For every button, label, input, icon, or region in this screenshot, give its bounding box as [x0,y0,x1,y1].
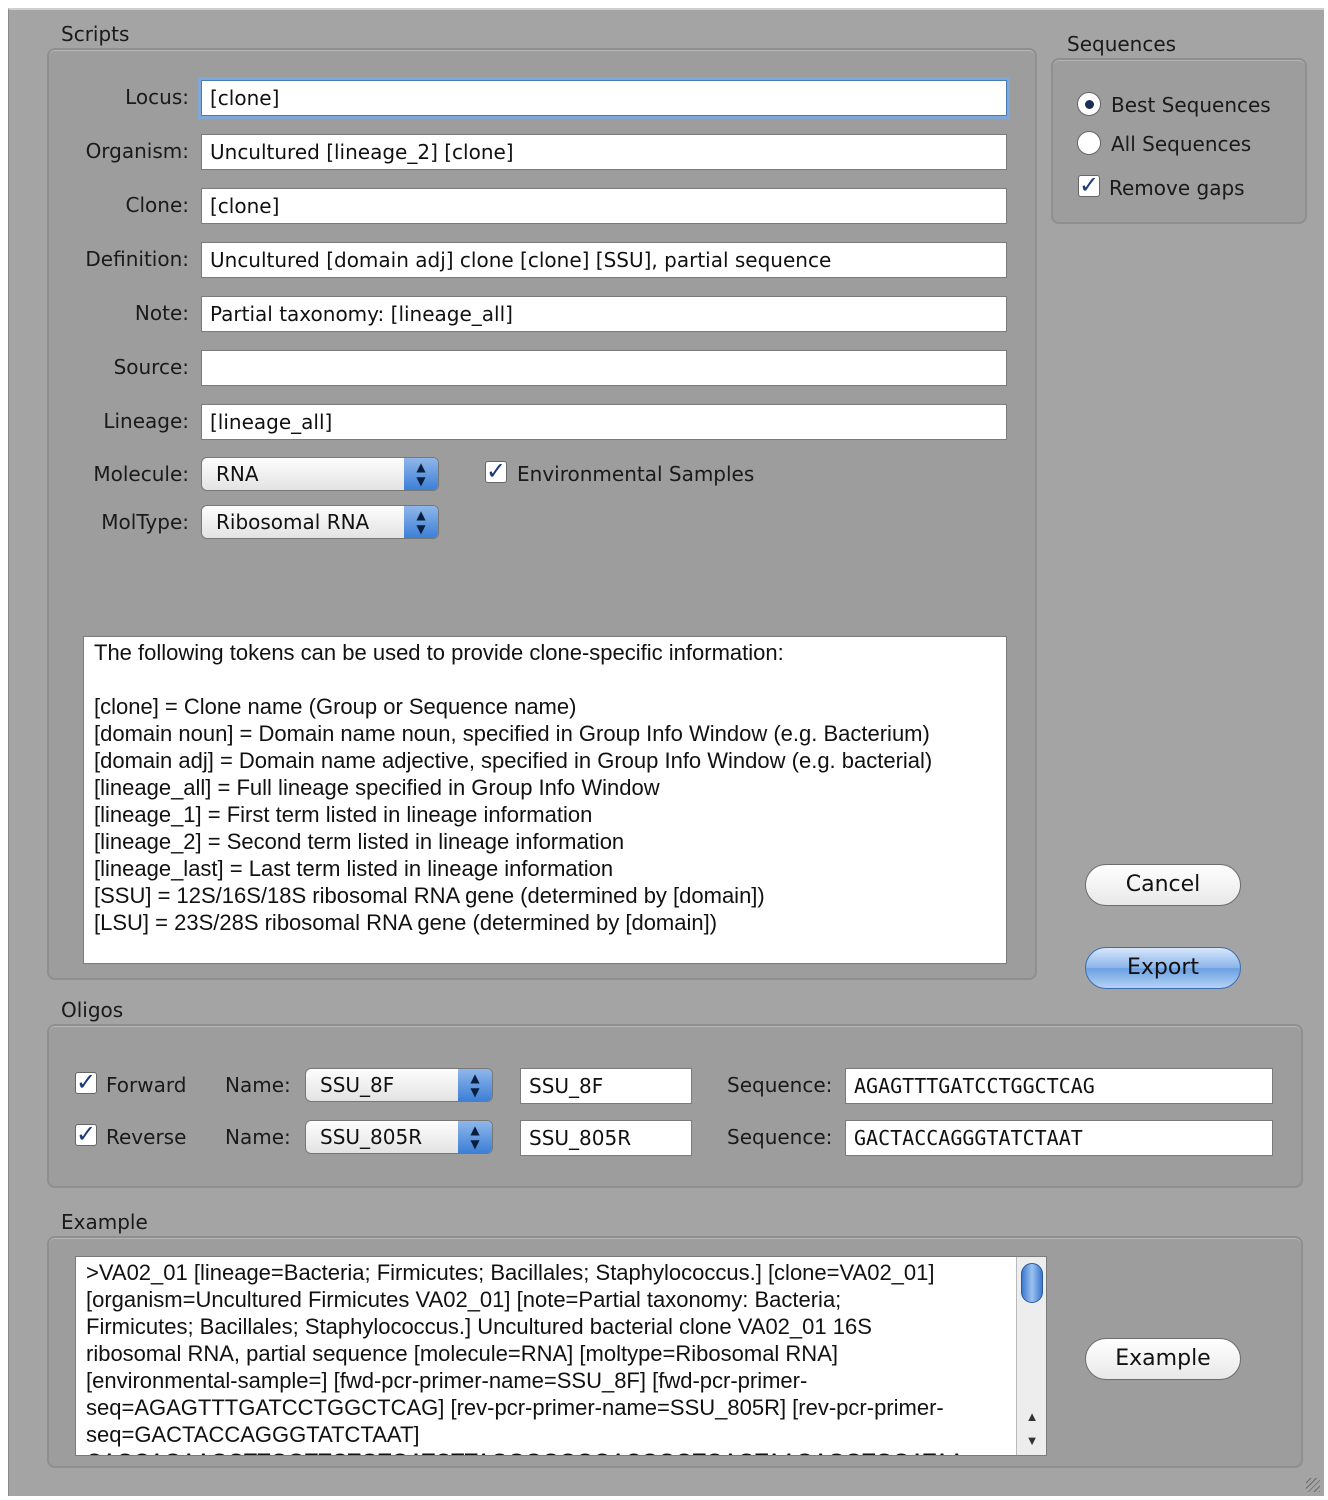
locus-field[interactable]: [clone] [201,80,1007,116]
environmental-samples-label: Environmental Samples [517,462,755,486]
export-button[interactable]: Export [1085,947,1241,989]
forward-label: Forward [106,1073,187,1097]
example-line: seq=AGAGTTTGATCCTGGCTCAG] [rev-pcr-prime… [86,1395,944,1420]
sequences-group-label: Sequences [1067,32,1177,56]
clone-field[interactable]: [clone] [201,188,1007,224]
scroll-up-arrow-icon[interactable]: ▲ [1017,1405,1046,1429]
example-line: Firmicutes; Bacillales; Staphylococcus.]… [86,1314,872,1339]
source-label: Source: [113,355,189,379]
note-label: Note: [134,301,189,325]
forward-sequence-label: Sequence: [727,1073,833,1097]
reverse-label: Reverse [106,1125,187,1149]
environmental-samples-checkbox[interactable]: ✓ [485,459,507,483]
forward-oligo-popup-value: SSU_8F [320,1073,395,1097]
help-line: [domain noun] = Domain name noun, specif… [94,721,930,746]
reverse-sequence-field[interactable]: GACTACCAGGGTATCTAAT [845,1120,1273,1156]
remove-gaps-checkbox[interactable]: ✓ [1078,173,1100,197]
clone-label: Clone: [125,193,189,217]
help-line: [LSU] = 23S/28S ribosomal RNA gene (dete… [94,910,718,935]
example-line: CAGCAGAAGCTTGGTTCTGTGATCTTAGGGGGGGACGGGT… [86,1448,1006,1455]
scroll-down-arrow-icon[interactable]: ▼ [1017,1429,1046,1453]
help-line: [lineage_all] = Full lineage specified i… [94,775,660,800]
cancel-button[interactable]: Cancel [1085,864,1241,906]
reverse-name-label: Name: [225,1125,291,1149]
remove-gaps-label: Remove gaps [1109,176,1245,200]
moltype-label: MolType: [101,510,189,534]
help-line: The following tokens can be used to prov… [94,640,784,665]
reverse-oligo-popup-value: SSU_805R [320,1125,423,1149]
example-scrollbar[interactable]: ▲ ▼ [1016,1257,1046,1455]
organism-field[interactable]: Uncultured [lineage_2] [clone] [201,134,1007,170]
popup-arrows-icon: ▲ ▼ [458,1121,492,1153]
forward-name-label: Name: [225,1073,291,1097]
scripts-group-label: Scripts [61,22,130,46]
popup-arrows-icon: ▲ ▼ [458,1069,492,1101]
popup-arrows-icon: ▲ ▼ [404,506,438,538]
example-line: [environmental-sample=] [fwd-pcr-primer-… [86,1368,808,1393]
example-line: [organism=Uncultured Firmicutes VA02_01]… [86,1287,842,1312]
popup-arrows-icon: ▲ ▼ [404,458,438,490]
molecule-label: Molecule: [93,462,189,486]
forward-name-field[interactable]: SSU_8F [520,1068,692,1104]
all-sequences-label: All Sequences [1111,132,1252,156]
help-line: [lineage_2] = Second term listed in line… [94,829,625,854]
resize-grip-icon[interactable] [1306,1478,1320,1492]
molecule-popup-value: RNA [216,462,259,486]
organism-label: Organism: [85,139,189,163]
molecule-popup[interactable]: RNA ▲ ▼ [201,457,439,491]
moltype-popup[interactable]: Ribosomal RNA ▲ ▼ [201,505,439,539]
reverse-name-field[interactable]: SSU_805R [520,1120,692,1156]
scroll-thumb[interactable] [1021,1263,1043,1303]
example-line: seq=GACTACCAGGGTATCTAAT] [86,1422,420,1447]
moltype-popup-value: Ribosomal RNA [216,510,370,534]
oligos-group-label: Oligos [61,998,124,1022]
example-line: ribosomal RNA, partial sequence [molecul… [86,1341,838,1366]
best-sequences-label: Best Sequences [1111,93,1271,117]
definition-field[interactable]: Uncultured [domain adj] clone [clone] [S… [201,242,1007,278]
all-sequences-radio[interactable] [1077,131,1101,155]
forward-oligo-popup[interactable]: SSU_8F ▲ ▼ [305,1068,493,1102]
source-field[interactable] [201,350,1007,386]
oligos-group-box [47,1024,1303,1188]
lineage-label: Lineage: [103,409,189,433]
help-line: [lineage_last] = Last term listed in lin… [94,856,614,881]
export-dialog: Scripts Locus: [clone] Organism: Uncultu… [8,8,1324,1496]
help-line: [lineage_1] = First term listed in linea… [94,802,593,827]
definition-label: Definition: [85,247,189,271]
reverse-checkbox[interactable]: ✓ [75,1122,97,1146]
help-line [94,666,996,693]
best-sequences-radio[interactable] [1077,92,1101,116]
reverse-sequence-label: Sequence: [727,1125,833,1149]
token-help-text[interactable]: The following tokens can be used to prov… [83,636,1007,964]
example-button[interactable]: Example [1085,1338,1241,1380]
example-group-label: Example [61,1210,148,1234]
help-line: [SSU] = 12S/16S/18S ribosomal RNA gene (… [94,883,765,908]
lineage-field[interactable]: [lineage_all] [201,404,1007,440]
forward-checkbox[interactable]: ✓ [75,1070,97,1094]
help-line: [clone] = Clone name (Group or Sequence … [94,694,577,719]
forward-sequence-field[interactable]: AGAGTTTGATCCTGGCTCAG [845,1068,1273,1104]
example-line: >VA02_01 [lineage=Bacteria; Firmicutes; … [86,1260,935,1285]
help-line: [domain adj] = Domain name adjective, sp… [94,748,933,773]
note-field[interactable]: Partial taxonomy: [lineage_all] [201,296,1007,332]
reverse-oligo-popup[interactable]: SSU_805R ▲ ▼ [305,1120,493,1154]
example-output-text[interactable]: >VA02_01 [lineage=Bacteria; Firmicutes; … [75,1256,1047,1456]
locus-label: Locus: [125,85,189,109]
